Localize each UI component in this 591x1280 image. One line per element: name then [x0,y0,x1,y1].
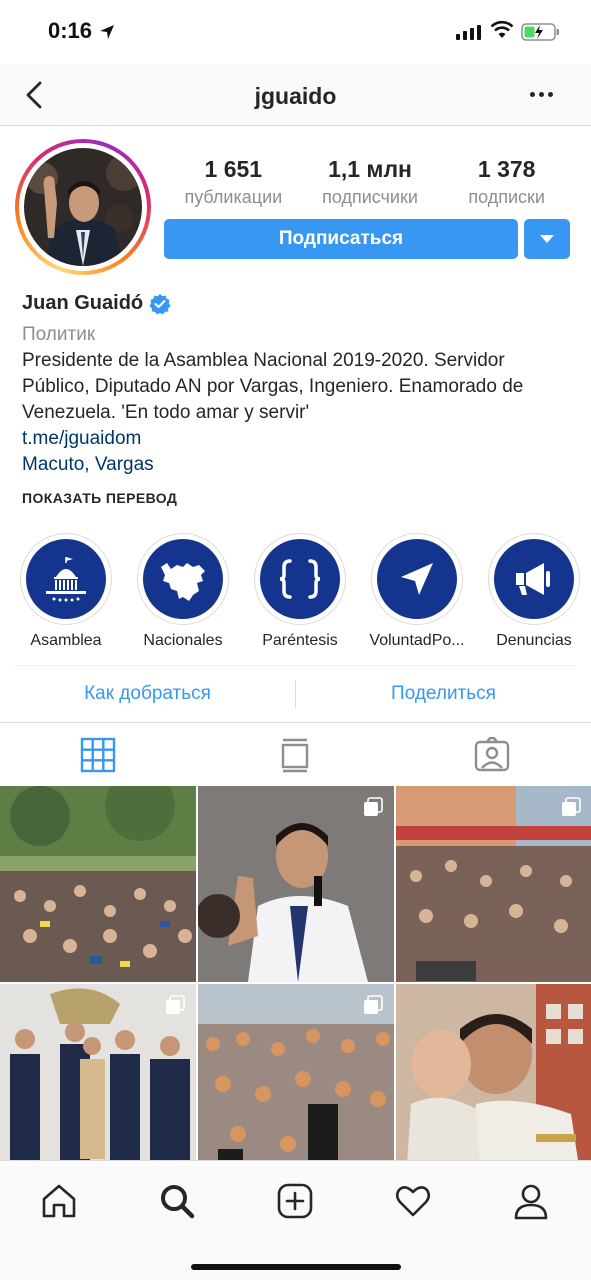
multiple-posts-icon [364,797,383,816]
stat-posts[interactable]: 1 651 публикации [165,156,302,208]
highlight-parentesis[interactable]: Paréntesis [240,533,360,650]
follow-button[interactable]: Подписаться [164,219,518,259]
highlight-label: VoluntadPo... [369,632,465,649]
top-nav-bar: jguaido [0,64,591,126]
highlight-label: Asamblea [30,632,102,649]
profile-category: Политик [22,324,96,345]
igtv-feed-icon[interactable] [277,737,313,773]
highlight-label: Paréntesis [262,632,338,649]
posts-grid [0,786,591,1160]
multiple-posts-icon [364,995,383,1014]
profile-icon[interactable] [511,1181,551,1221]
post-thumbnail[interactable] [198,984,394,1160]
location-arrow-icon [100,25,114,39]
more-options-icon[interactable] [530,92,553,97]
profile-location-link[interactable]: Macuto, Vargas [22,452,572,478]
highlight-denuncias[interactable]: Denuncias [474,533,591,650]
show-translation-link[interactable]: ПОКАЗАТЬ ПЕРЕВОД [22,490,177,506]
post-thumbnail[interactable] [198,786,394,982]
highlight-nacionales[interactable]: Nacionales [123,533,243,650]
post-thumbnail[interactable] [0,786,196,982]
post-thumbnail[interactable] [0,984,196,1160]
highlight-voluntadpopular[interactable]: VoluntadPo... [357,533,477,650]
multiple-posts-icon [562,797,581,816]
tagged-photos-icon[interactable] [474,737,510,773]
grid-view-icon[interactable] [80,737,116,773]
post-thumbnail[interactable] [396,786,591,982]
highlight-label: Denuncias [496,632,572,649]
stat-posts-count: 1 651 [204,156,263,182]
megaphone-icon [516,563,550,595]
profile-tabs [0,722,591,786]
avatar [24,148,142,266]
stat-following-label: подписки [468,187,545,207]
heart-activity-icon[interactable] [393,1181,433,1221]
status-bar: 0:16 [0,0,591,64]
story-highlights-row: Asamblea Nacionales Paréntesis VoluntadP… [0,533,591,663]
share-button[interactable]: Поделиться [296,668,591,720]
profile-username-title: jguaido [254,83,337,109]
stat-following-count: 1 378 [477,156,536,182]
stat-posts-label: публикации [184,187,283,207]
wifi-icon [490,20,514,38]
profile-full-name: Juan Guaidó [22,292,144,314]
venezuela-map-icon [161,563,205,601]
highlight-label: Nacionales [143,632,223,649]
braces-icon [279,559,321,599]
capitol-icon [46,557,86,602]
battery-charging-icon [521,23,559,41]
profile-bio-text: Presidente de la Asamblea Nacional 2019-… [22,350,524,423]
suggested-accounts-dropdown-button[interactable] [524,219,570,259]
home-icon[interactable] [39,1181,79,1221]
stat-followers[interactable]: 1,1 млн подписчики [302,156,439,208]
post-thumbnail[interactable] [396,984,591,1160]
divider [15,665,576,666]
directions-button[interactable]: Как добраться [0,668,295,720]
home-indicator [191,1264,401,1270]
profile-stats: 1 651 публикации 1,1 млн подписчики 1 37… [165,156,575,208]
profile-action-row: Как добраться Поделиться [0,668,591,720]
new-post-icon[interactable] [275,1181,315,1221]
profile-avatar-story-ring[interactable] [15,139,151,275]
signal-icon [456,24,481,40]
stat-following[interactable]: 1 378 подписки [438,156,575,208]
verified-badge-icon [149,293,171,314]
bottom-tab-bar [0,1160,591,1280]
profile-website-link[interactable]: t.me/jguaidom [22,426,572,452]
highlight-asamblea[interactable]: Asamblea [6,533,126,650]
stat-followers-label: подписчики [322,187,418,207]
profile-bio: Juan Guaidó Политик Presidente de la Asa… [22,292,572,478]
chevron-down-icon [540,235,554,243]
send-arrow-icon [401,563,433,595]
search-icon[interactable] [157,1181,197,1221]
stat-followers-count: 1,1 млн [328,156,412,182]
status-time: 0:16 [48,18,93,43]
multiple-posts-icon [166,995,185,1014]
